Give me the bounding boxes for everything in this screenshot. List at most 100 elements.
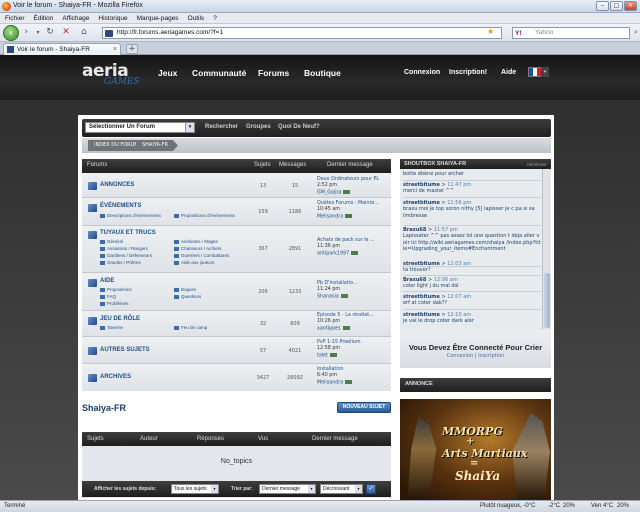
forum-row[interactable]: ARCHIVES 3427 26092 Installation 6:40 pm… [82,364,391,391]
subforum-link[interactable]: Oracles / Prêtres [100,260,141,265]
subforum-link[interactable]: Guerriers / Combattants [174,253,229,258]
menu-help[interactable]: ? [208,13,217,22]
order-select[interactable]: Décroissant ▾ [320,484,363,494]
forum-name[interactable]: JEU DE RÔLE [100,316,140,322]
forum-row[interactable]: ANNONCES 13 15 Deux Ordinateurs pour PL … [82,173,391,198]
browser-tab[interactable]: Voir le forum - Shaiya-FR × [3,43,121,55]
forum-name[interactable]: AUTRES SUJETS [100,347,150,353]
subforum-link[interactable]: Bogues [174,287,196,292]
language-dropdown-icon[interactable]: ▾ [541,67,549,77]
close-window-button[interactable]: × [624,1,637,11]
connexion-link[interactable]: Connexion [447,353,473,359]
aeria-logo[interactable]: aeria GAMES [82,61,152,93]
back-button[interactable]: ‹ [3,25,19,41]
forum-row[interactable]: TUYAUX ET TRUCS Général Animistes / Mage… [82,226,391,273]
menu-affichage[interactable]: Affichage [57,13,89,22]
forum-row[interactable]: AUTRES SUJETS 57 4021 PvP 1-15 Proelium … [82,337,391,364]
scrollbar-thumb[interactable] [544,273,550,328]
goto-post-icon[interactable] [330,352,337,357]
forum-row[interactable]: AIDE Propositions Bogues FAQ Questions P… [82,273,391,311]
goto-post-icon[interactable] [345,379,353,384]
last-post-user[interactable]: Melisandra [317,380,343,385]
subforum-link[interactable]: Problèmes [100,301,129,306]
menu-outils[interactable]: Outils [183,13,205,22]
goto-post-icon[interactable] [340,293,348,298]
forum-name[interactable]: TUYAUX ET TRUCS [100,230,156,236]
forum-name[interactable]: ANNONCES [100,182,134,188]
subforum-link[interactable]: Animistes / Mages [174,239,218,244]
forward-button[interactable]: › [20,27,32,39]
aide-link[interactable]: Aide [501,69,516,76]
subforum-link[interactable]: Propositions [100,287,132,292]
filter-select[interactable]: Tous les sujets ▾ [171,484,219,494]
shoutbox-scrollbar[interactable] [542,169,550,329]
subforum-link[interactable]: Propositions d'événements [174,213,235,218]
rechercher-link[interactable]: Rechercher [205,124,238,130]
quoi-de-neuf-link[interactable]: Quoi De Neuf? [278,124,320,130]
maximize-button[interactable]: □ [610,1,623,11]
last-post-user[interactable]: Melisandra [317,214,343,219]
home-icon[interactable]: ⌂ [78,27,90,39]
nav-boutique[interactable]: Boutique [304,68,341,78]
tab-close-icon[interactable]: × [113,44,117,55]
bookmark-star-icon[interactable]: ★ [487,27,497,37]
last-post-user[interactable]: xantippes [317,326,341,331]
subforum-link[interactable]: Chasseurs / Archers [174,246,222,251]
subforum-link[interactable]: Aide aux joueurs [174,260,215,265]
sort-select[interactable]: Dernier message ▾ [259,484,316,494]
search-field[interactable]: Y! Yahoo [512,27,630,39]
last-post-user[interactable]: antipark1997 [317,251,349,256]
forum-select[interactable]: Sélectionner Un Forum ▾ [85,122,195,133]
shout-user[interactable]: streetbitume [403,294,440,300]
subforum-link[interactable]: Taverne [100,325,123,330]
crumb-shaiya[interactable]: SHAIYA-FR [136,140,178,151]
french-flag-icon[interactable] [528,67,542,77]
menu-edition[interactable]: Édition [29,13,54,22]
menu-historique[interactable]: Historique [93,13,127,22]
address-bar[interactable]: http://fr.forums.aeriagames.com/?f=1 [102,27,502,39]
last-post-user[interactable]: GM_Gojira [317,190,341,195]
shout-user[interactable]: streetbitume [403,261,440,267]
nav-forums[interactable]: Forums [258,68,289,78]
forum-name[interactable]: ÉVÉNEMENTS [100,203,141,209]
forum-name[interactable]: ARCHIVES [100,374,131,380]
subforum-link[interactable]: Général [100,239,123,244]
nav-communaute[interactable]: Communauté [192,68,246,78]
shoutbox-minimize-link[interactable]: minimiser [527,162,547,167]
last-post-user[interactable]: talet [317,353,328,358]
annonce-banner[interactable]: MMORPG + Arts Martiaux = ShaiYa [400,399,551,500]
forum-row[interactable]: ÉVÉNEMENTS Descriptions d'événements Pro… [82,198,391,226]
forum-row[interactable]: JEU DE RÔLE Taverne Feu de camp 32 609 E… [82,311,391,337]
forum-name[interactable]: AIDE [100,278,114,284]
shout-user[interactable]: Braxu68 [403,227,426,233]
nav-jeux[interactable]: Jeux [158,68,177,78]
inscription-link[interactable]: Inscription! [449,69,487,76]
subforum-link[interactable]: Feu de camp [174,325,207,330]
search-go-icon[interactable]: ⌕ [630,27,640,39]
inscription-link[interactable]: Inscription [478,353,504,359]
subforum-link[interactable]: Descriptions d'événements [100,213,161,218]
subforum-link[interactable]: Assassins / Rangers [100,246,148,251]
apply-filter-button[interactable]: ✓ [366,484,376,494]
goto-post-icon[interactable] [345,213,353,218]
goto-post-icon[interactable] [343,189,351,194]
goto-post-icon[interactable] [342,325,350,330]
shout-user[interactable]: streetbitume [403,182,440,188]
subforum-link[interactable]: FAQ [100,294,116,299]
stop-icon[interactable]: ✕ [60,27,72,39]
new-topic-button[interactable]: NOUVEAU SUJET [337,402,391,413]
last-post-user[interactable]: Shanasia [317,294,339,299]
goto-post-icon[interactable] [351,250,359,255]
shout-user[interactable]: streetbitume [403,312,440,318]
subforum-link[interactable]: Gardiens / Défenseurs [100,253,152,258]
reload-icon[interactable]: ↻ [44,27,56,39]
menu-marque-pages[interactable]: Marque-pages [132,13,179,22]
connexion-link[interactable]: Connexion [404,69,440,76]
groupes-link[interactable]: Groupes [246,124,271,130]
menu-fichier[interactable]: Fichier [0,13,25,22]
new-tab-button[interactable]: + [126,44,138,54]
subforum-link[interactable]: Questions [174,294,201,299]
minimize-button[interactable]: – [596,1,609,11]
shout-user[interactable]: streetbitume [403,200,440,206]
shout-user[interactable]: Braxu68 [403,277,426,283]
